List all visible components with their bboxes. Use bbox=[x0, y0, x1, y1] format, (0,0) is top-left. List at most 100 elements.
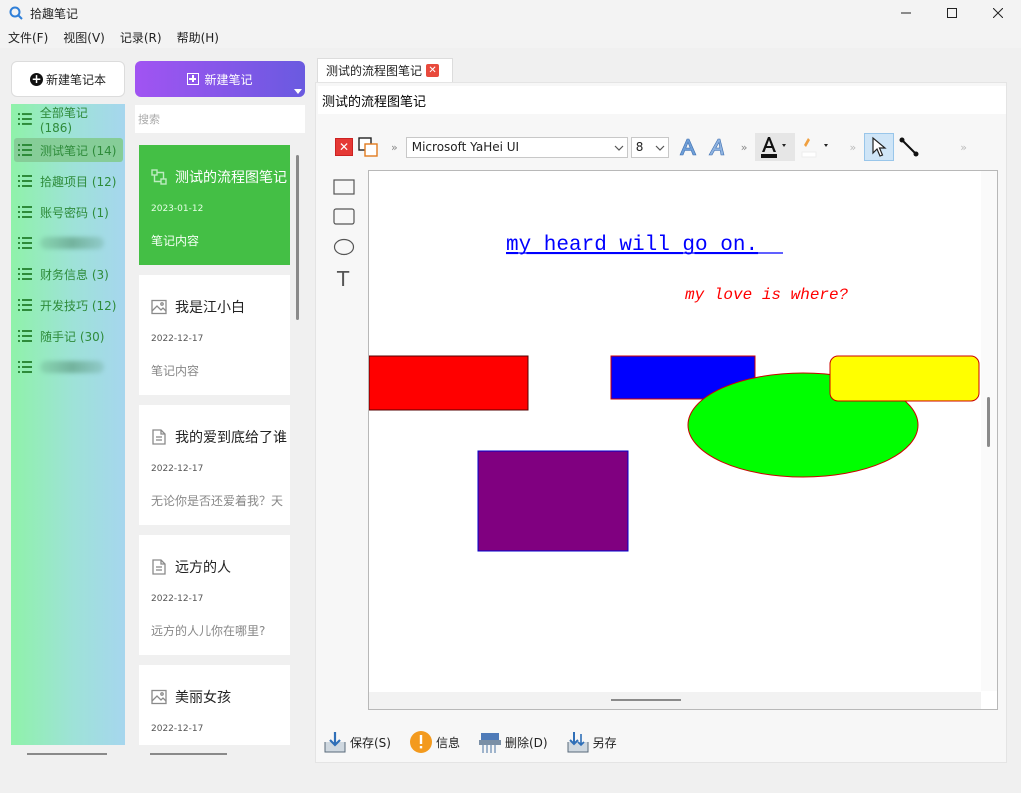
pointer-tool-button[interactable] bbox=[864, 133, 895, 161]
app-logo-icon bbox=[9, 6, 23, 20]
sidebar-hscrollbar[interactable] bbox=[27, 753, 107, 755]
note-list-hscrollbar[interactable] bbox=[150, 753, 227, 755]
tab-close-icon[interactable]: ✕ bbox=[426, 64, 440, 77]
toolbar-overflow-icon[interactable]: » bbox=[960, 141, 967, 154]
new-note-button[interactable]: 新建笔记 bbox=[135, 61, 305, 97]
sidebar-item-label: 账号密码 (1) bbox=[40, 205, 109, 220]
canvas-red-rectangle[interactable] bbox=[369, 355, 529, 411]
note-card-date: 2022-12-17 bbox=[151, 464, 204, 474]
tab-current-note[interactable]: 测试的流程图笔记 ✕ bbox=[317, 58, 453, 82]
sidebar-item-redacted-2[interactable] bbox=[14, 355, 123, 379]
highlight-color-button[interactable] bbox=[795, 133, 835, 161]
connector-icon bbox=[899, 137, 919, 157]
font-size-select[interactable]: 8 bbox=[630, 136, 669, 158]
list-icon bbox=[18, 113, 32, 125]
new-notebook-button[interactable]: + 新建笔记本 bbox=[11, 61, 125, 97]
dropdown-corner-icon[interactable] bbox=[294, 89, 302, 94]
menu-view[interactable]: 视图(V) bbox=[63, 29, 105, 46]
redacted-label bbox=[40, 361, 104, 373]
list-icon bbox=[18, 237, 32, 249]
save-label: 保存(S) bbox=[350, 735, 391, 750]
drawing-canvas[interactable]: my heard will go on. my love is where? bbox=[368, 170, 998, 710]
note-title-input[interactable] bbox=[318, 86, 1006, 114]
close-button[interactable] bbox=[975, 0, 1021, 26]
sidebar-item-projects[interactable]: 拾趣项目 (12) bbox=[14, 169, 123, 193]
save-icon bbox=[324, 732, 346, 753]
italic-font-button[interactable] bbox=[703, 133, 733, 161]
text-tool-icon[interactable]: T bbox=[336, 267, 350, 288]
save-as-icon bbox=[567, 732, 589, 753]
note-card-body: 远方的人儿你在哪里? bbox=[151, 624, 266, 638]
delete-button[interactable]: 删除(D) bbox=[478, 730, 548, 754]
delete-shape-button[interactable]: ✕ bbox=[335, 138, 353, 156]
sidebar-item-test-notes[interactable]: 测试笔记 (14) bbox=[14, 138, 123, 162]
connector-tool-button[interactable] bbox=[894, 133, 924, 161]
note-card[interactable]: 远方的人 2022-12-17 远方的人儿你在哪里? bbox=[139, 535, 290, 655]
menu-record[interactable]: 记录(R) bbox=[120, 29, 162, 46]
window-title: 拾趣笔记 bbox=[30, 6, 79, 21]
font-grow-icon bbox=[679, 138, 697, 156]
canvas-yellow-rounded-rectangle[interactable] bbox=[829, 355, 980, 402]
toolbar-overflow-icon[interactable]: » bbox=[391, 141, 398, 154]
list-icon bbox=[18, 299, 32, 311]
info-button[interactable]: 信息 bbox=[409, 730, 460, 754]
grow-font-button[interactable] bbox=[673, 133, 703, 161]
canvas-horizontal-scrollbar[interactable] bbox=[369, 692, 981, 709]
note-card[interactable]: 我是江小白 2022-12-17 笔记内容 bbox=[139, 275, 290, 395]
window-controls bbox=[883, 0, 1021, 26]
rectangle-tool-icon[interactable] bbox=[333, 179, 355, 195]
shredder-icon bbox=[479, 733, 501, 753]
menu-help[interactable]: 帮助(H) bbox=[177, 29, 219, 46]
action-bar: 保存(S) 信息 删除(D) 另存 bbox=[323, 728, 635, 756]
text-color-button[interactable] bbox=[755, 133, 796, 161]
document-icon bbox=[152, 429, 166, 445]
save-button[interactable]: 保存(S) bbox=[323, 730, 391, 754]
note-card[interactable]: 美丽女孩 2022-12-17 bbox=[139, 665, 290, 745]
note-card-body: 无论你是否还爱着我？天 bbox=[151, 494, 284, 508]
scroll-thumb[interactable] bbox=[987, 397, 990, 447]
sidebar-item-all-notes[interactable]: 全部笔记 (186) bbox=[14, 106, 123, 135]
note-card-title: 我是江小白 bbox=[151, 297, 291, 317]
sidebar-item-label: 随手记 (30) bbox=[40, 329, 105, 344]
font-family-select[interactable]: Microsoft YaHei UI bbox=[405, 136, 628, 158]
search-input[interactable] bbox=[135, 105, 305, 133]
minimize-button[interactable] bbox=[883, 0, 929, 26]
canvas-text-subheading[interactable]: my love is where? bbox=[685, 286, 849, 304]
list-icon bbox=[18, 330, 32, 342]
note-card-title: 美丽女孩 bbox=[151, 687, 291, 707]
ellipse-tool-icon[interactable] bbox=[333, 238, 355, 256]
note-card-date: 2022-12-17 bbox=[151, 594, 204, 604]
rounded-rectangle-tool-icon[interactable] bbox=[333, 208, 355, 225]
chevron-down-icon bbox=[614, 145, 624, 151]
canvas-purple-rectangle[interactable] bbox=[477, 450, 629, 552]
note-card-title-text: 我是江小白 bbox=[175, 300, 245, 316]
menu-file[interactable]: 文件(F) bbox=[8, 29, 48, 46]
close-icon bbox=[993, 8, 1003, 18]
maximize-button[interactable] bbox=[929, 0, 975, 26]
pointer-icon bbox=[872, 136, 887, 157]
note-list-scrollbar[interactable] bbox=[296, 155, 299, 320]
note-card[interactable]: 我的爱到底给了谁 2022-12-17 无论你是否还爱着我？天 bbox=[139, 405, 290, 525]
sidebar-item-label: 财务信息 (3) bbox=[40, 267, 109, 282]
note-card-body: 笔记内容 bbox=[151, 234, 200, 248]
sidebar-item-passwords[interactable]: 账号密码 (1) bbox=[14, 200, 123, 224]
arrange-button[interactable] bbox=[353, 133, 383, 161]
save-as-button[interactable]: 另存 bbox=[566, 730, 617, 754]
toolbar-overflow-icon[interactable]: » bbox=[849, 141, 856, 154]
font-size-value: 8 bbox=[635, 140, 644, 154]
redacted-label bbox=[40, 237, 104, 249]
new-note-label: 新建笔记 bbox=[204, 72, 253, 87]
sidebar-item-jottings[interactable]: 随手记 (30) bbox=[14, 324, 123, 348]
highlighter-icon bbox=[801, 138, 829, 158]
sidebar-item-redacted-1[interactable] bbox=[14, 231, 123, 255]
scroll-thumb[interactable] bbox=[611, 699, 681, 701]
sidebar-item-finance[interactable]: 财务信息 (3) bbox=[14, 262, 123, 286]
canvas-vertical-scrollbar[interactable] bbox=[981, 171, 997, 691]
chevron-down-icon bbox=[655, 145, 665, 151]
toolbar-overflow-icon[interactable]: » bbox=[741, 141, 748, 154]
notebook-list: 全部笔记 (186) 测试笔记 (14) 拾趣项目 (12) 账号密码 (1) … bbox=[11, 104, 125, 745]
tab-label: 测试的流程图笔记 bbox=[326, 64, 423, 78]
note-card-title-text: 我的爱到底给了谁 bbox=[175, 430, 287, 446]
note-card[interactable]: 测试的流程图笔记 2023-01-12 笔记内容 bbox=[139, 145, 290, 265]
sidebar-item-dev-tips[interactable]: 开发技巧 (12) bbox=[14, 293, 123, 317]
